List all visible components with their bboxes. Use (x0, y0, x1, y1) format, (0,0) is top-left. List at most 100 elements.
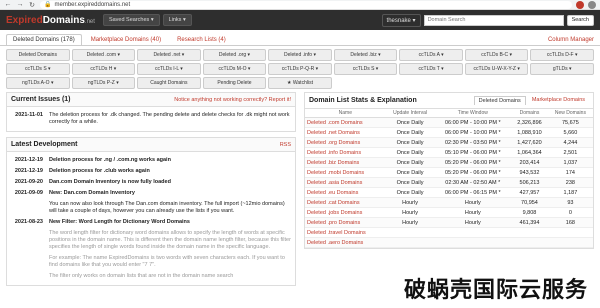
domain-list-link[interactable]: Deleted .aero Domains (305, 237, 386, 248)
development-text: New: Dan.com Domain Inventory (49, 190, 135, 196)
browser-chrome: ← → ↻ 🔒 member.expireddomains.net (0, 0, 600, 10)
tab-marketplace-domains[interactable]: Marketplace Domains (40) (84, 34, 168, 45)
domain-list-link[interactable]: Deleted .pro Domains (305, 217, 386, 228)
search-button[interactable]: Search (566, 14, 594, 26)
issue-item: 2021-11-01 The deletion process for .dk … (11, 110, 291, 128)
tab-deleted-domains[interactable]: Deleted Domains (178) (6, 34, 82, 45)
extension-icon[interactable] (576, 0, 584, 9)
table-row: Deleted .org Domains Once Daily 02:30 PM -… (305, 137, 593, 148)
table-cell (385, 237, 435, 248)
domain-list-link[interactable]: Deleted .info Domains (305, 147, 386, 158)
domain-list-link[interactable]: Deleted .travel Domains (305, 227, 386, 238)
domain-list-link[interactable]: Deleted .asia Domains (305, 177, 386, 188)
domain-list-link[interactable]: Deleted .com Domains (305, 117, 386, 128)
domain-list-button[interactable]: ngTLDs P-Z ▾ (71, 77, 136, 89)
domain-list-button[interactable]: ccTLDs S ▾ (333, 63, 398, 75)
forward-icon[interactable]: → (16, 1, 24, 8)
table-cell: 1,037 (547, 157, 593, 168)
domain-list-button[interactable]: Deleted .biz ▾ (333, 49, 398, 61)
back-icon[interactable]: ← (4, 1, 12, 8)
development-text: Dan.com Domain Inventory is now fully lo… (49, 179, 171, 185)
rss-link[interactable]: RSS (280, 142, 291, 148)
links-menu[interactable]: Links ▾ (162, 14, 192, 26)
domain-list-button[interactable]: Deleted .org ▾ (202, 49, 267, 61)
column-manager-link[interactable]: Column Manager (548, 37, 594, 43)
domain-list-button[interactable]: Deleted .info ▾ (268, 49, 332, 61)
domain-list-button[interactable]: ccTLDs P-Q-R ▾ (268, 63, 332, 75)
stats-tab-marketplace[interactable]: Marketplace Domains (528, 96, 589, 105)
column-header[interactable]: New Domains (547, 109, 593, 118)
table-cell: 506,213 (511, 177, 548, 188)
domain-list-button[interactable]: Pending Delete (202, 77, 267, 89)
report-issue-link[interactable]: Notice anything not working correctly? R… (174, 97, 291, 103)
table-cell: Hourly (385, 207, 435, 218)
domain-list-link[interactable]: Deleted .mobi Domains (305, 167, 386, 178)
domain-list-link[interactable]: Deleted .net Domains (305, 127, 386, 138)
domain-list-link[interactable]: Deleted .cat Domains (305, 197, 386, 208)
table-cell: 93 (547, 197, 593, 208)
user-menu[interactable]: thesnake ▾ (381, 13, 421, 27)
table-cell: Hourly (434, 207, 512, 218)
domain-list-button[interactable]: Caught Domains (137, 77, 201, 89)
domain-list-button[interactable]: gTLDs ▾ (530, 63, 594, 75)
table-cell: 0 (547, 207, 593, 218)
tab-research-lists[interactable]: Research Lists (4) (170, 34, 233, 45)
left-column: Current Issues (1) Notice anything not w… (6, 92, 296, 291)
table-row: Deleted .jobs Domains Hourly Hourly 9,808 0 (305, 207, 593, 218)
development-text: The word length filter for dictionary wo… (49, 230, 291, 250)
right-column: Domain List Stats & Explanation Deleted … (304, 92, 594, 291)
development-item: The filter only works on domain lists th… (11, 271, 291, 282)
development-date: 2021-09-20 (14, 179, 43, 185)
saved-searches-menu[interactable]: Saved Searches ▾ (102, 14, 160, 26)
issue-text: The deletion process for .dk changed. Th… (49, 112, 290, 125)
domain-list-button[interactable]: Deleted Domains (6, 49, 70, 61)
domain-list-button[interactable]: ccTLDs B-C ▾ (464, 49, 529, 61)
table-row: Deleted .aero Domains (305, 237, 593, 248)
table-cell (434, 227, 512, 238)
domain-list-link[interactable]: Deleted .eu Domains (305, 187, 386, 198)
domain-list-button[interactable]: ccTLDs S ▾ (6, 63, 70, 75)
development-text: New Filter: Word Length for Dictionary W… (49, 219, 190, 225)
stats-title: Domain List Stats & Explanation (309, 97, 417, 104)
table-row: Deleted .mobi Domains Once Daily 05:20 PM … (305, 167, 593, 178)
table-row: Deleted .pro Domains Hourly Hourly 461,394 1… (305, 217, 593, 228)
column-header[interactable]: Update Interval (385, 109, 435, 118)
reload-icon[interactable]: ↻ (28, 1, 36, 9)
column-header[interactable]: Domains (511, 109, 548, 118)
stats-tabs: Deleted Domains Marketplace Domains (473, 96, 589, 105)
domain-list-button[interactable]: ngTLDs A-O ▾ (6, 77, 70, 89)
domain-list-link[interactable]: Deleted .jobs Domains (305, 207, 386, 218)
domain-list-button[interactable]: ★ Watchlist (268, 77, 332, 89)
development-item: For example: The name ExpiredDomains is … (11, 253, 291, 271)
table-cell: 1,064,364 (511, 147, 548, 158)
domain-list-button[interactable]: Deleted .net ▾ (137, 49, 201, 61)
site-logo[interactable]: ExpiredDomains.net (6, 15, 95, 26)
domain-list-button[interactable]: ccTLDs H ▾ (71, 63, 136, 75)
domain-list-button[interactable]: ccTLDs D-F ▾ (530, 49, 594, 61)
table-cell: Hourly (385, 197, 435, 208)
domain-list-button[interactable]: ccTLDs M-O ▾ (202, 63, 267, 75)
stats-panel: Domain List Stats & Explanation Deleted … (304, 92, 594, 249)
table-cell: Hourly (385, 217, 435, 228)
stats-tab-deleted[interactable]: Deleted Domains (473, 96, 526, 105)
domain-list-link[interactable]: Deleted .biz Domains (305, 157, 386, 168)
domain-list-button[interactable]: ccTLDs T ▾ (399, 63, 463, 75)
domain-search-input[interactable] (423, 14, 564, 26)
domain-list-button[interactable]: ccTLDs I-L ▾ (137, 63, 201, 75)
development-date (11, 201, 43, 215)
table-cell: 203,414 (511, 157, 548, 168)
domain-list-button[interactable]: Deleted .com ▾ (71, 49, 136, 61)
table-cell: 05:10 PM - 06:00 PM * (434, 147, 512, 158)
profile-icon[interactable] (588, 0, 596, 9)
latest-development-header: Latest Development RSS (7, 138, 295, 152)
domain-list-button[interactable]: ccTLDs U-W-X-Y-Z ▾ (464, 63, 529, 75)
development-item: 2021-12-19 Deletion process for .ng / .co… (11, 155, 291, 166)
address-bar[interactable]: 🔒 member.expireddomains.net (40, 0, 572, 9)
table-cell: Once Daily (385, 157, 435, 168)
domain-list-button[interactable]: ccTLDs A ▾ (399, 49, 463, 61)
table-cell: 238 (547, 177, 593, 188)
column-header[interactable]: Time Window (434, 109, 512, 118)
domain-list-link[interactable]: Deleted .org Domains (305, 137, 386, 148)
column-header[interactable]: Name (305, 109, 386, 118)
site-header: ExpiredDomains.net Saved Searches ▾ Link… (0, 10, 600, 30)
